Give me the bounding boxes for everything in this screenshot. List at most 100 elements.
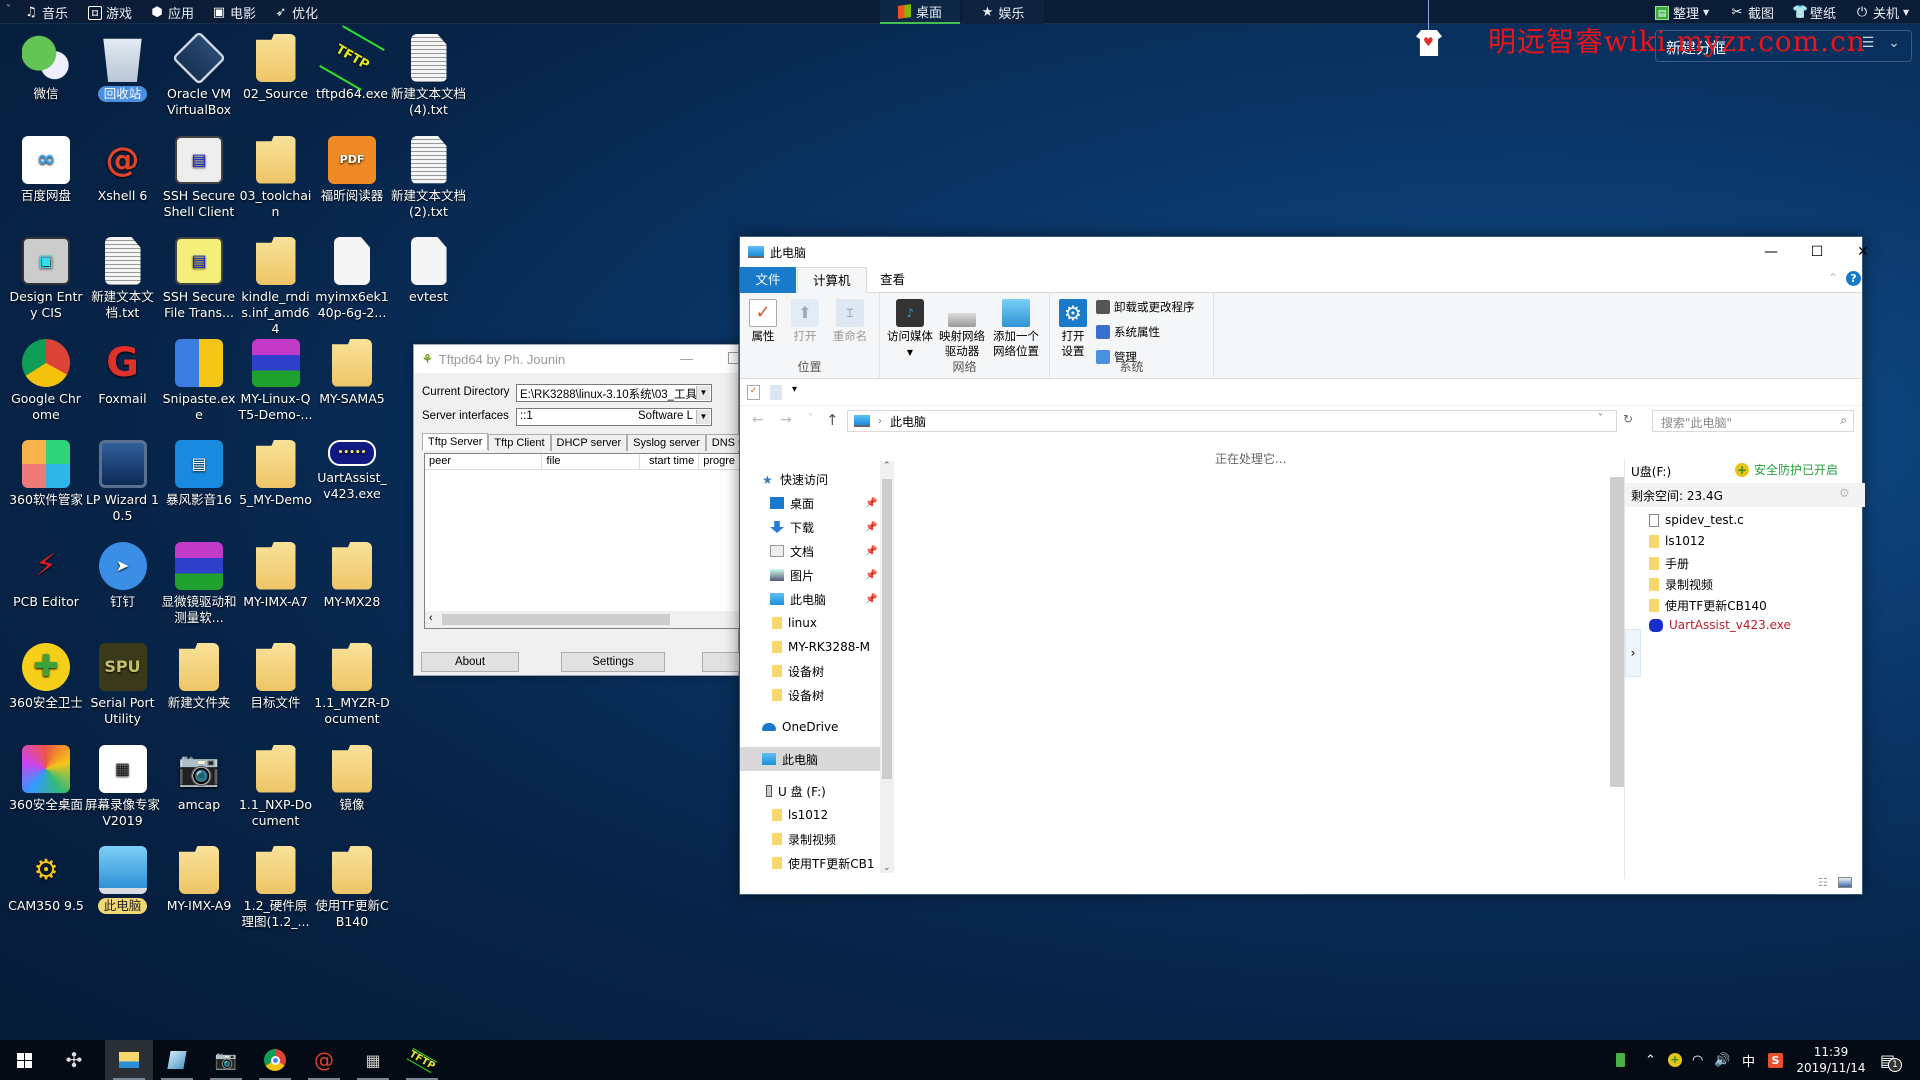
collapse-chevron-icon[interactable]: ˅ — [6, 4, 11, 15]
open-button[interactable]: ⬆ 打开 — [790, 299, 820, 344]
desktop-icon[interactable]: 回收站 — [85, 34, 161, 102]
topbar-games[interactable]: ⚃ 游戏 — [88, 3, 132, 22]
nav-item[interactable]: MY-RK3288-M — [740, 635, 880, 659]
nav-item[interactable]: 图片 📌 — [740, 563, 880, 587]
tab-view[interactable]: 查看 — [865, 267, 920, 293]
taskbar-amcap[interactable]: 📷 — [202, 1040, 250, 1080]
back-icon[interactable]: ← — [752, 412, 764, 428]
start-button[interactable] — [0, 1040, 48, 1080]
content-area[interactable]: 正在处理它... — [895, 438, 1540, 879]
nav-item[interactable]: 文档 📌 — [740, 539, 880, 563]
add-network-location-button[interactable]: 添加一个网络位置 — [990, 299, 1042, 359]
desktop-icon[interactable]: ✚ 360安全卫士 — [8, 643, 84, 711]
desktop-icon[interactable]: 新建文本文档.txt — [85, 237, 161, 321]
pin-icon[interactable]: 📌 — [865, 522, 877, 533]
taskbar-fan-app[interactable]: ✣ — [50, 1040, 98, 1080]
usb-file-item[interactable]: 手册 — [1649, 555, 1689, 572]
wifi-icon[interactable]: ◠ — [1692, 1040, 1703, 1080]
properties-button[interactable]: ✓ 属性 — [748, 299, 778, 344]
help-icon[interactable]: ? — [1846, 271, 1861, 286]
pin-icon[interactable]: 📌 — [865, 570, 877, 581]
rename-button[interactable]: Ɪ 重命名 — [830, 299, 870, 344]
desktop-icon[interactable]: MY-MX28 — [314, 541, 390, 610]
topbar-apps[interactable]: ⬢ 应用 — [150, 3, 194, 22]
pin-icon[interactable]: 📌 — [865, 498, 877, 509]
desktop-icon[interactable]: evtest — [391, 237, 467, 305]
scrollbar-thumb[interactable] — [882, 479, 892, 779]
usb-tray-icon[interactable] — [1616, 1040, 1625, 1080]
taskbar-screen-recorder[interactable]: ▦ — [349, 1040, 397, 1080]
usb-file-item[interactable]: 使用TF更新CB140 — [1649, 597, 1767, 614]
taskbar-notepad[interactable] — [153, 1040, 201, 1080]
desktop-icon[interactable]: LP Wizard 10.5 — [85, 440, 161, 524]
desktop-icon[interactable]: 新建文本文档 (4).txt — [391, 34, 467, 118]
desktop-icon[interactable]: 1.1_NXP-Document — [238, 744, 314, 829]
nav-item[interactable]: 此电脑 📌 — [740, 587, 880, 611]
refresh-icon[interactable]: ↻ — [1623, 412, 1633, 426]
breadcrumb-chevron-icon[interactable]: › — [878, 416, 882, 427]
tab-entertainment[interactable]: ★ 娱乐 — [962, 0, 1044, 24]
column-progress[interactable]: progre — [699, 454, 739, 469]
wallpaper-shirt-icon[interactable] — [1416, 30, 1442, 56]
access-media-button[interactable]: ♪ 访问媒体 ▼ — [885, 299, 935, 360]
column-file[interactable]: file — [542, 454, 641, 469]
collapse-ribbon-icon[interactable]: ⌃ — [1828, 271, 1838, 285]
desktop-icon[interactable]: @ Xshell 6 — [85, 136, 161, 204]
sogou-ime-icon[interactable]: S — [1768, 1040, 1783, 1080]
taskbar-tftpd[interactable]: TFTP — [398, 1040, 446, 1080]
desktop-icon[interactable]: Snipaste.exe — [161, 338, 237, 423]
desktop-icon[interactable]: ∞ 百度网盘 — [8, 135, 84, 204]
help-button[interactable] — [702, 652, 742, 672]
map-network-drive-button[interactable]: 映射网络驱动器 — [937, 299, 987, 359]
minimize-button[interactable]: — — [1748, 237, 1794, 267]
nav-item[interactable]: 桌面 📌 — [740, 491, 880, 515]
desktop-icon[interactable]: MY-IMX-A9 — [161, 846, 237, 914]
new-folder-quick-icon[interactable] — [770, 385, 782, 400]
column-peer[interactable]: peer — [425, 454, 543, 469]
desktop-icon[interactable]: 使用TF更新CB140 — [314, 846, 390, 930]
details-view-icon[interactable]: ☷ — [1818, 876, 1828, 889]
desktop-icon[interactable]: 1.2_硬件原理图(1.2_... — [238, 846, 314, 930]
desktop-icon[interactable]: ▤ 暴风影音16 — [161, 440, 237, 508]
topbar-movies[interactable]: ▣ 电影 — [212, 3, 256, 22]
settings-gear-icon[interactable]: ⚙ — [1839, 486, 1850, 500]
desktop-icon[interactable]: kindle_rndis.inf_amd64 — [238, 237, 314, 337]
clock[interactable]: 11:39 2019/11/14 — [1796, 1040, 1866, 1080]
transfer-list[interactable]: peer file start time progre ‹ — [424, 453, 740, 629]
desktop-icon[interactable]: ••••• UartAssist_v423.exe — [314, 440, 390, 502]
recent-locations-icon[interactable]: ˅ — [808, 413, 813, 424]
usb-file-item[interactable]: ls1012 — [1649, 534, 1705, 548]
desktop-icon[interactable]: ▦ 屏幕录像专家V2019 — [85, 744, 161, 829]
protection-status[interactable]: + 安全防护已开启 — [1735, 461, 1838, 478]
address-dropdown-icon[interactable]: ˅ — [1598, 413, 1603, 424]
desktop-icon[interactable]: 镜像 — [314, 744, 390, 813]
desktop-icon[interactable]: ⚡ PCB Editor — [8, 542, 84, 610]
scrollbar-thumb[interactable] — [442, 614, 670, 625]
desktop-icon[interactable]: 360安全桌面 — [8, 744, 84, 813]
desktop-icon[interactable]: 📷 amcap — [161, 745, 237, 813]
nav-item[interactable]: 设备树 — [740, 659, 880, 683]
taskbar-xshell[interactable]: @ — [300, 1040, 348, 1080]
desktop-icon[interactable]: MY-IMX-A7 — [238, 541, 314, 610]
pin-icon[interactable]: 📌 — [865, 546, 877, 557]
expand-panel-icon[interactable]: › — [1625, 629, 1641, 677]
action-center-button[interactable]: ▤ 1 — [1880, 1040, 1902, 1080]
desktop-icon[interactable]: 微信 — [8, 34, 84, 102]
desktop-icon[interactable]: Oracle VM VirtualBox — [161, 30, 237, 118]
desktop-icon[interactable]: G Foxmail — [85, 339, 161, 407]
tab-tftp-server[interactable]: Tftp Server — [422, 433, 489, 450]
column-start-time[interactable]: start time — [640, 454, 700, 469]
topbar-music[interactable]: ♫ 音乐 — [24, 3, 68, 22]
desktop-icon[interactable]: 显微镜驱动和测量软... — [161, 541, 237, 626]
desktop-icon[interactable]: PDF 福昕阅读器 — [314, 135, 390, 204]
dropdown-arrow-icon[interactable]: ▼ — [696, 386, 710, 400]
nav-scrollbar[interactable]: ⌃ ⌄ — [880, 461, 894, 873]
desktop-icon[interactable]: Google Chrome — [8, 338, 84, 423]
tab-file[interactable]: 文件 — [740, 267, 796, 293]
maximize-button[interactable]: ☐ — [1794, 237, 1840, 267]
desktop-icon[interactable]: ⚙ CAM350 9.5 — [8, 846, 84, 914]
content-scrollbar[interactable] — [1610, 477, 1624, 787]
nav-item[interactable]: 录制视频 — [740, 827, 880, 851]
desktop-icon[interactable]: 02_Source — [238, 34, 314, 102]
explorer-titlebar[interactable]: 此电脑 — [740, 237, 1862, 267]
